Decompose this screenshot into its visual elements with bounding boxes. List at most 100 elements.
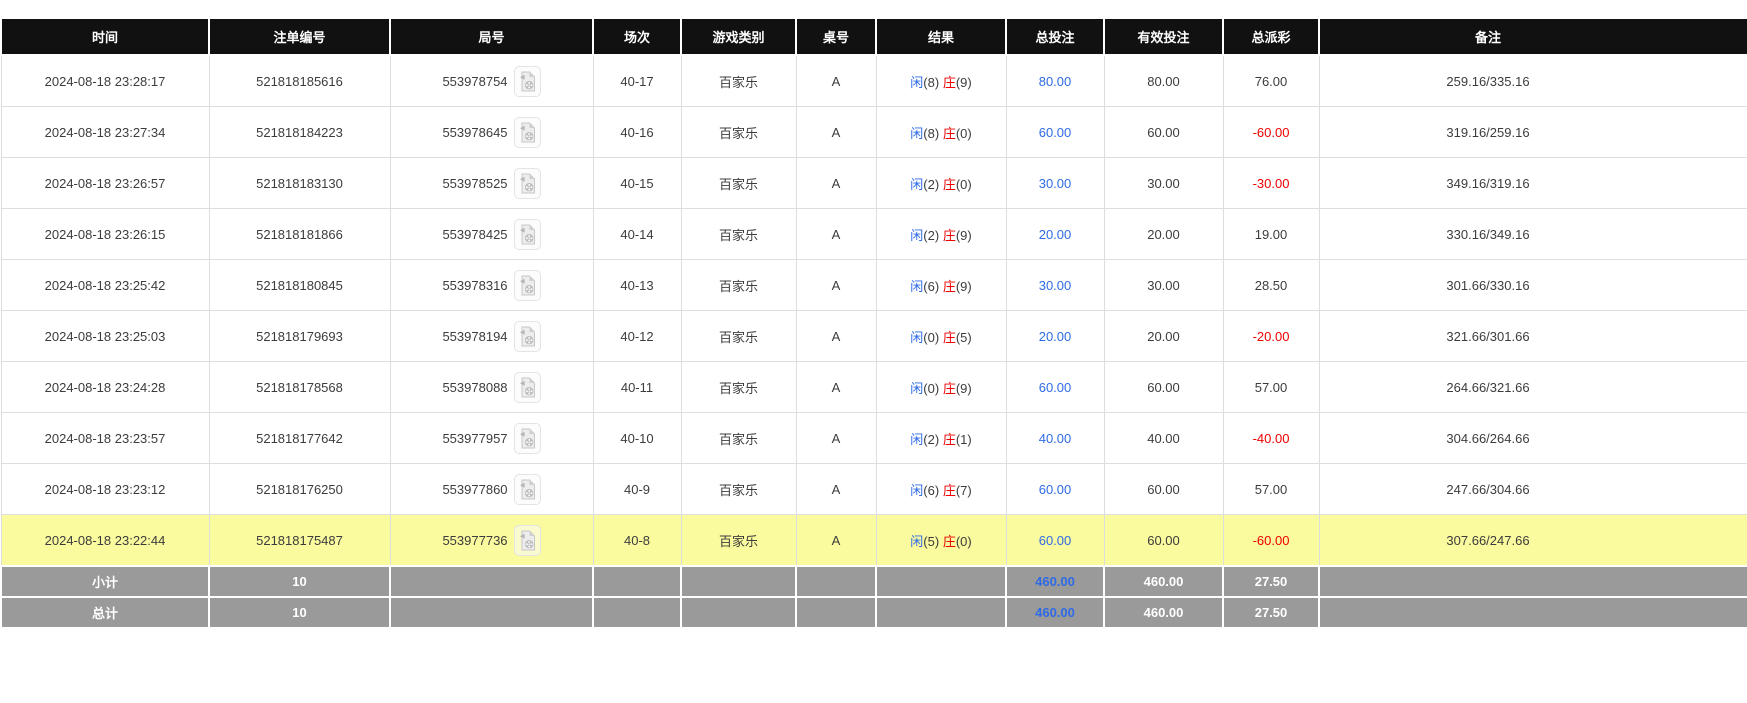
session-cell: 40-11 — [593, 362, 681, 413]
video-playback-button[interactable] — [514, 474, 541, 505]
column-header-total-bet: 总投注 — [1006, 18, 1104, 55]
session-cell: 40-14 — [593, 209, 681, 260]
round-id-value: 553978754 — [442, 74, 507, 89]
round-id-wrap: 553978088 — [442, 372, 540, 403]
round-id-value: 553978425 — [442, 227, 507, 242]
table-no-cell: A — [796, 515, 876, 567]
table-row[interactable]: 2024-08-18 23:28:17521818185616 553978754… — [1, 55, 1747, 107]
player-result-label: 闲 — [910, 534, 923, 549]
table-row[interactable]: 2024-08-18 23:22:44521818175487553977736… — [1, 515, 1747, 567]
betting-history-table: 时间注单编号局号场次游戏类别桌号结果总投注有效投注总派彩备注 2024-08-1… — [0, 17, 1747, 629]
round-id-cell: 553977957 — [390, 413, 593, 464]
session-cell: 40-17 — [593, 55, 681, 107]
bet-id-cell: 521818176250 — [209, 464, 390, 515]
video-playback-button[interactable] — [514, 525, 541, 556]
player-result-score: (6) — [923, 279, 939, 294]
column-header-payout: 总派彩 — [1223, 18, 1319, 55]
table-row[interactable]: 2024-08-18 23:23:12521818176250553977860… — [1, 464, 1747, 515]
banker-result-label: 庄 — [943, 330, 956, 345]
remark-cell: 321.66/301.66 — [1319, 311, 1747, 362]
betting-history-page: 时间注单编号局号场次游戏类别桌号结果总投注有效投注总派彩备注 2024-08-1… — [0, 17, 1747, 629]
time-cell: 2024-08-18 23:26:15 — [1, 209, 209, 260]
footer-empty-cell — [390, 597, 593, 628]
bet-id-cell: 521818178568 — [209, 362, 390, 413]
result-cell: 闲(2) 庄(1) — [876, 413, 1006, 464]
bet-id-cell: 521818185616 — [209, 55, 390, 107]
result-cell: 闲(0) 庄(9) — [876, 362, 1006, 413]
payout-cell: -60.00 — [1223, 107, 1319, 158]
total-bet-cell: 20.00 — [1006, 209, 1104, 260]
column-header-session: 场次 — [593, 18, 681, 55]
column-header-remark: 备注 — [1319, 18, 1747, 55]
round-id-value: 553978525 — [442, 176, 507, 191]
table-no-cell: A — [796, 311, 876, 362]
table-row[interactable]: 2024-08-18 23:27:34521818184223553978645… — [1, 107, 1747, 158]
video-playback-button[interactable] — [514, 423, 541, 454]
banker-result-label: 庄 — [943, 75, 956, 90]
column-header-time: 时间 — [1, 18, 209, 55]
time-cell: 2024-08-18 23:27:34 — [1, 107, 209, 158]
player-result-score: (8) — [923, 126, 939, 141]
table-row[interactable]: 2024-08-18 23:25:42521818180845553978316… — [1, 260, 1747, 311]
video-playback-button[interactable] — [514, 66, 541, 97]
banker-result-label: 庄 — [943, 279, 956, 294]
table-no-cell: A — [796, 260, 876, 311]
remark-cell: 301.66/330.16 — [1319, 260, 1747, 311]
session-cell: 40-8 — [593, 515, 681, 567]
table-no-cell: A — [796, 413, 876, 464]
video-playback-button[interactable] — [514, 168, 541, 199]
total-bet-cell: 60.00 — [1006, 464, 1104, 515]
footer-empty-cell — [681, 597, 796, 628]
remark-cell: 247.66/304.66 — [1319, 464, 1747, 515]
banker-result-score: (0) — [956, 534, 972, 549]
banker-result-score: (9) — [956, 279, 972, 294]
footer-empty-cell — [681, 566, 796, 597]
time-cell: 2024-08-18 23:25:42 — [1, 260, 209, 311]
round-id-cell: 553978194 — [390, 311, 593, 362]
table-no-cell: A — [796, 464, 876, 515]
game-type-cell: 百家乐 — [681, 311, 796, 362]
session-cell: 40-10 — [593, 413, 681, 464]
table-body: 2024-08-18 23:28:17521818185616 553978754… — [1, 55, 1747, 566]
video-playback-button[interactable] — [514, 321, 541, 352]
payout-cell: -60.00 — [1223, 515, 1319, 567]
bet-id-cell: 521818177642 — [209, 413, 390, 464]
round-id-wrap: 553978754 — [442, 66, 540, 97]
table-row[interactable]: 2024-08-18 23:26:57521818183130553978525… — [1, 158, 1747, 209]
result-cell: 闲(2) 庄(9) — [876, 209, 1006, 260]
round-id-wrap: 553978645 — [442, 117, 540, 148]
round-id-cell: 553978088 — [390, 362, 593, 413]
player-result-label: 闲 — [910, 177, 923, 192]
result-cell: 闲(5) 庄(0) — [876, 515, 1006, 567]
table-row[interactable]: 2024-08-18 23:26:15521818181866553978425… — [1, 209, 1747, 260]
banker-result-score: (7) — [956, 483, 972, 498]
table-no-cell: A — [796, 209, 876, 260]
video-playback-button[interactable] — [514, 219, 541, 250]
bet-id-cell: 521818180845 — [209, 260, 390, 311]
round-id-value: 553977957 — [442, 431, 507, 446]
time-cell: 2024-08-18 23:28:17 — [1, 55, 209, 107]
remark-cell: 304.66/264.66 — [1319, 413, 1747, 464]
footer-payout: 27.50 — [1223, 566, 1319, 597]
banker-result-label: 庄 — [943, 534, 956, 549]
footer-empty-cell — [796, 566, 876, 597]
column-header-bet-id: 注单编号 — [209, 18, 390, 55]
table-row[interactable]: 2024-08-18 23:23:57521818177642553977957… — [1, 413, 1747, 464]
time-cell: 2024-08-18 23:24:28 — [1, 362, 209, 413]
session-cell: 40-16 — [593, 107, 681, 158]
table-row[interactable]: 2024-08-18 23:25:03521818179693553978194… — [1, 311, 1747, 362]
video-playback-button[interactable] — [514, 117, 541, 148]
payout-cell: -40.00 — [1223, 413, 1319, 464]
banker-result-score: (9) — [956, 75, 972, 90]
player-result-label: 闲 — [910, 75, 923, 90]
video-file-icon — [519, 428, 536, 449]
footer-empty-cell — [593, 566, 681, 597]
payout-cell: -30.00 — [1223, 158, 1319, 209]
bet-id-cell: 521818179693 — [209, 311, 390, 362]
video-playback-button[interactable] — [514, 270, 541, 301]
player-result-score: (5) — [923, 534, 939, 549]
payout-cell: 76.00 — [1223, 55, 1319, 107]
banker-result-label: 庄 — [943, 228, 956, 243]
table-row[interactable]: 2024-08-18 23:24:28521818178568 553978088… — [1, 362, 1747, 413]
video-playback-button[interactable] — [514, 372, 541, 403]
